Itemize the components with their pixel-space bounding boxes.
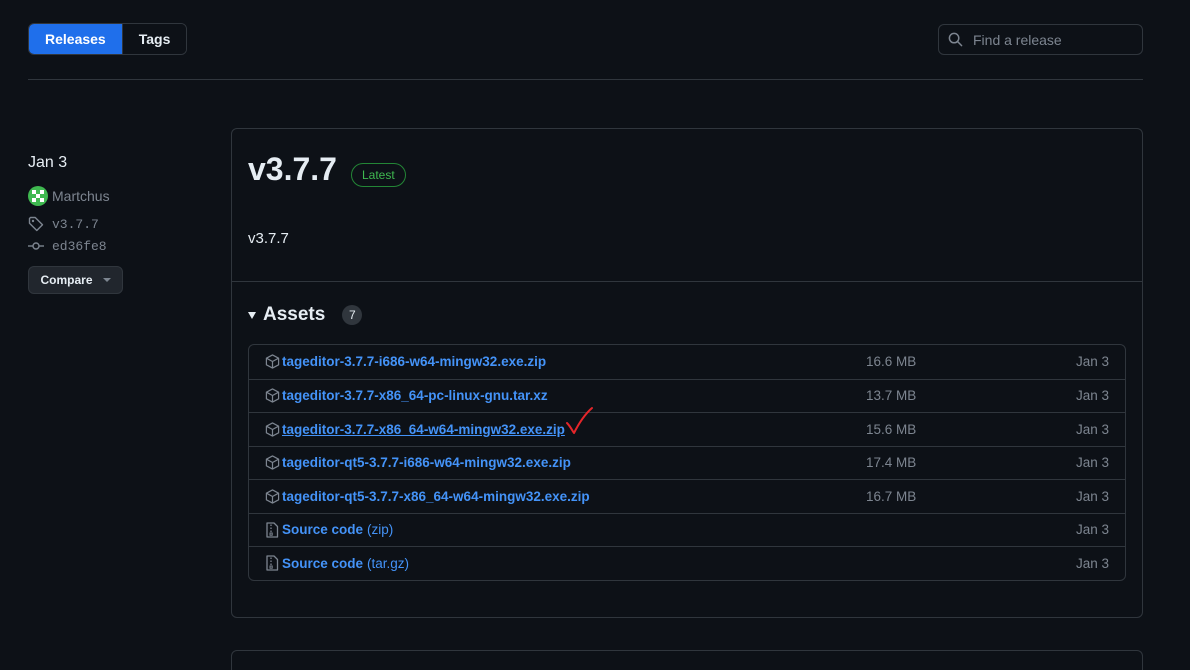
tab-tags[interactable]: Tags xyxy=(121,24,187,54)
triangle-down-icon xyxy=(248,311,256,319)
release-tabs: Releases Tags xyxy=(28,23,188,55)
asset-date: Jan 3 xyxy=(1075,421,1109,437)
latest-badge: Latest xyxy=(351,163,406,187)
asset-row: tageditor-3.7.7-x86_64-w64-mingw32.exe.z… xyxy=(249,407,1125,446)
asset-date: Jan 3 xyxy=(1075,522,1109,538)
asset-size: 17.4 MB xyxy=(866,455,917,471)
commit-hash[interactable]: ed36fe8 xyxy=(52,239,107,254)
release-notes: v3.7.7 xyxy=(248,230,289,247)
asset-date: Jan 3 xyxy=(1075,488,1109,504)
asset-row: tageditor-qt5-3.7.7-x86_64-w64-mingw32.e… xyxy=(249,479,1125,513)
asset-format[interactable]: (zip) xyxy=(367,522,393,537)
package-icon xyxy=(265,421,282,437)
release-commit[interactable]: ed36fe8 xyxy=(28,236,123,256)
assets-toggle[interactable]: Assets 7 xyxy=(248,304,363,326)
find-release-search[interactable] xyxy=(938,24,1143,55)
asset-link[interactable]: Source code xyxy=(282,522,363,537)
package-icon xyxy=(265,354,282,370)
search-icon xyxy=(948,32,963,47)
asset-size: 16.6 MB xyxy=(866,354,917,370)
release-title[interactable]: v3.7.7 xyxy=(248,151,337,188)
tab-releases[interactable]: Releases xyxy=(29,24,122,54)
chevron-down-icon xyxy=(102,278,111,282)
author-name[interactable]: Martchus xyxy=(52,188,110,204)
search-input[interactable] xyxy=(971,30,1131,49)
asset-date: Jan 3 xyxy=(1075,555,1109,571)
asset-date: Jan 3 xyxy=(1075,455,1109,471)
asset-row: tageditor-3.7.7-x86_64-pc-linux-gnu.tar.… xyxy=(249,378,1125,413)
assets-count: 7 xyxy=(342,305,363,325)
asset-row: tageditor-qt5-3.7.7-i686-w64-mingw32.exe… xyxy=(249,445,1125,480)
asset-row: Source code (tar.gz) Jan 3 xyxy=(249,546,1125,580)
tag-name[interactable]: v3.7.7 xyxy=(52,217,99,232)
release-meta: Jan 3 Martchus v3.7.7 ed36fe8 Compare xyxy=(28,154,123,294)
asset-row: Source code (zip) Jan 3 xyxy=(249,512,1125,547)
package-icon xyxy=(265,488,282,504)
release-card: v3.7.7 Latest v3.7.7 Assets 7 tageditor-… xyxy=(231,128,1143,618)
asset-list: tageditor-3.7.7-i686-w64-mingw32.exe.zip… xyxy=(248,344,1126,581)
tag-icon xyxy=(28,214,48,234)
asset-format[interactable]: (tar.gz) xyxy=(367,556,409,571)
asset-link[interactable]: tageditor-qt5-3.7.7-x86_64-w64-mingw32.e… xyxy=(282,489,590,504)
compare-label: Compare xyxy=(40,273,93,287)
asset-link[interactable]: tageditor-3.7.7-i686-w64-mingw32.exe.zip xyxy=(282,354,546,369)
asset-size: 13.7 MB xyxy=(866,388,917,404)
release-tag[interactable]: v3.7.7 xyxy=(28,214,123,234)
header-divider xyxy=(28,79,1143,80)
card-divider xyxy=(232,281,1142,282)
asset-link[interactable]: Source code xyxy=(282,556,363,571)
asset-date: Jan 3 xyxy=(1075,354,1109,370)
asset-link[interactable]: tageditor-3.7.7-x86_64-w64-mingw32.exe.z… xyxy=(282,422,565,437)
assets-heading: Assets xyxy=(263,304,326,325)
asset-link[interactable]: tageditor-3.7.7-x86_64-pc-linux-gnu.tar.… xyxy=(282,388,548,403)
file-zip-icon xyxy=(265,522,282,538)
file-zip-icon xyxy=(265,555,282,571)
asset-size: 15.6 MB xyxy=(866,421,917,437)
asset-link[interactable]: tageditor-qt5-3.7.7-i686-w64-mingw32.exe… xyxy=(282,455,571,470)
avatar[interactable] xyxy=(28,186,48,206)
package-icon xyxy=(265,388,282,404)
commit-icon xyxy=(28,236,48,256)
compare-button[interactable]: Compare xyxy=(28,266,123,294)
asset-row: tageditor-3.7.7-i686-w64-mingw32.exe.zip… xyxy=(249,345,1125,379)
package-icon xyxy=(265,455,282,471)
asset-size: 16.7 MB xyxy=(866,488,917,504)
release-date: Jan 3 xyxy=(28,154,68,171)
next-release-card xyxy=(231,650,1143,670)
checkmark-annotation-icon xyxy=(566,407,593,434)
asset-date: Jan 3 xyxy=(1075,388,1109,404)
release-author[interactable]: Martchus xyxy=(28,186,123,206)
